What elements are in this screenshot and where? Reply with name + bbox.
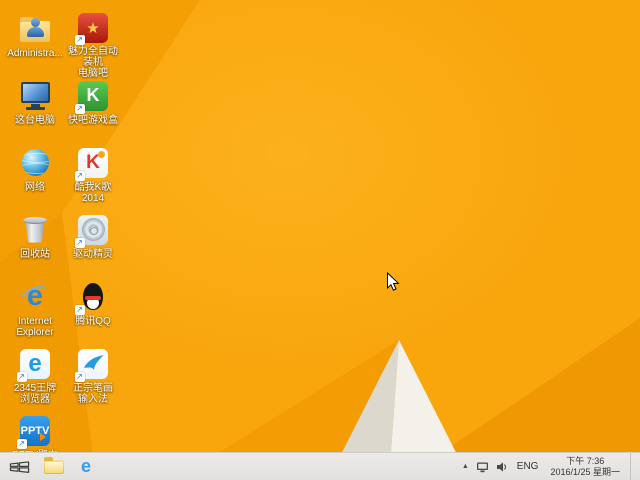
shortcut-arrow-icon <box>17 439 27 449</box>
shortcut-arrow-icon <box>75 238 85 248</box>
icon-label: 回收站 <box>20 249 50 260</box>
desktop-icon-kuwo-k-2014[interactable]: K 酷我K歌 2014 <box>64 146 122 213</box>
qq-penguin-icon <box>77 280 110 313</box>
icon-label: 这台电脑 <box>15 115 55 126</box>
icon-label: Internet Explorer <box>16 316 53 338</box>
icon-label: 正宗笔画 输入法 <box>73 383 113 405</box>
file-explorer-button[interactable] <box>38 453 70 480</box>
desktop-icon-grid: Administra... 这台电脑 网络 回收站 e Internet Exp… <box>6 12 122 480</box>
red-tile-icon: ★ <box>77 12 110 43</box>
internet-explorer-button[interactable]: e <box>70 453 102 480</box>
icon-label: 网络 <box>25 182 45 193</box>
mouse-cursor-icon <box>386 272 400 292</box>
cd-disc-icon <box>77 213 110 246</box>
clock-date: 2016/1/25 星期一 <box>550 467 620 478</box>
clock[interactable]: 下午 7:36 2016/1/25 星期一 <box>547 456 623 477</box>
blue-e-icon: e <box>19 347 52 380</box>
shortcut-arrow-icon <box>17 372 27 382</box>
desktop-icon-network[interactable]: 网络 <box>6 146 64 213</box>
desktop: Administra... 这台电脑 网络 回收站 e Internet Exp… <box>0 0 640 480</box>
icon-label: 驱动精灵 <box>73 249 113 260</box>
desktop-icon-stroke-input[interactable]: 正宗笔画 输入法 <box>64 347 122 414</box>
user-folder-icon <box>19 12 52 45</box>
system-tray: ▲ ENG 下午 7:36 2016/1/25 星期一 <box>462 453 640 480</box>
ie-e-icon: e <box>19 280 52 313</box>
language-indicator[interactable]: ENG <box>515 461 541 472</box>
icon-label: 魅力全自动装机 电脑吧 <box>64 46 122 79</box>
desktop-icon-tencent-qq[interactable]: 腾讯QQ <box>64 280 122 347</box>
desktop-icon-2345-browser[interactable]: e 2345王牌 浏览器 <box>6 347 64 414</box>
show-hidden-icons-button[interactable]: ▲ <box>462 463 469 470</box>
green-k-tile-icon: K <box>77 79 110 112</box>
taskbar: e ▲ ENG 下午 7:36 2016/1/25 星期一 <box>0 452 640 480</box>
icon-label: 腾讯QQ <box>75 316 111 327</box>
desktop-icon-driver-genius[interactable]: 驱动精灵 <box>64 213 122 280</box>
red-k-tile-icon: K <box>77 146 110 179</box>
desktop-icon-internet-explorer[interactable]: e Internet Explorer <box>6 280 64 347</box>
network-icon[interactable] <box>476 461 489 473</box>
desktop-icon-recycle-bin[interactable]: 回收站 <box>6 213 64 280</box>
ie-e-icon: e <box>81 456 91 477</box>
icon-label: 2345王牌 浏览器 <box>14 383 56 405</box>
computer-monitor-icon <box>19 79 52 112</box>
desktop-icon-administrator[interactable]: Administra... <box>6 12 64 79</box>
desktop-icon-this-pc[interactable]: 这台电脑 <box>6 79 64 146</box>
shortcut-arrow-icon <box>75 305 85 315</box>
icon-label: 快吧游戏盒 <box>68 115 118 126</box>
globe-icon <box>19 146 52 179</box>
desktop-icon-diannaoba-forum[interactable]: ★ 魅力全自动装机 电脑吧 <box>64 12 122 79</box>
show-desktop-button[interactable] <box>630 453 636 480</box>
shortcut-arrow-icon <box>75 171 85 181</box>
shortcut-arrow-icon <box>75 35 85 45</box>
windows-logo-icon <box>9 459 30 475</box>
start-button[interactable] <box>0 453 38 480</box>
volume-icon[interactable] <box>496 461 508 473</box>
pptv-blue-tile-icon: PPTV <box>19 414 52 447</box>
icon-label: 酷我K歌 2014 <box>75 182 112 204</box>
blue-bird-icon <box>77 347 110 380</box>
trash-bin-icon <box>19 213 52 246</box>
shortcut-arrow-icon <box>75 372 85 382</box>
shortcut-arrow-icon <box>75 104 85 114</box>
clock-time: 下午 7:36 <box>550 456 620 467</box>
icon-label: Administra... <box>7 48 63 59</box>
folder-icon <box>44 460 64 474</box>
desktop-icon-kuaiba-games[interactable]: K 快吧游戏盒 <box>64 79 122 146</box>
